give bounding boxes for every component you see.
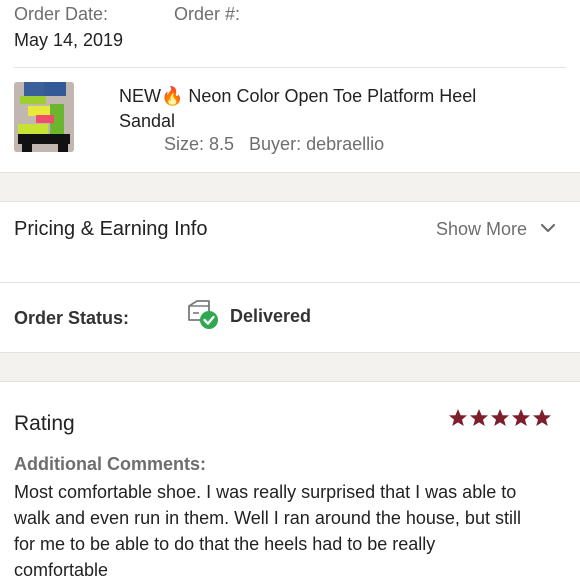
section-divider-band bbox=[0, 172, 580, 202]
comment-line: Most comfortable shoe. I was really surp… bbox=[14, 482, 517, 502]
order-status-value: Delivered bbox=[230, 306, 312, 326]
divider bbox=[0, 282, 580, 283]
show-more-label: Show More bbox=[436, 219, 528, 239]
additional-comments-label: Additional Comments: bbox=[14, 454, 206, 474]
order-date-label: Order Date: bbox=[14, 4, 109, 24]
chevron-down-icon bbox=[540, 223, 556, 233]
item-details: Size: 8.5 Buyer: debraellio bbox=[164, 134, 385, 154]
comment-line: comfortable bbox=[14, 560, 109, 580]
star-icon bbox=[449, 409, 467, 426]
sandal-image bbox=[14, 82, 74, 152]
order-number-label: Order #: bbox=[174, 4, 241, 24]
divider bbox=[14, 67, 566, 68]
star-icon bbox=[470, 409, 488, 426]
item-title[interactable]: NEW🔥 Neon Color Open Toe Platform Heel S… bbox=[119, 84, 476, 134]
section-divider-band bbox=[0, 352, 580, 382]
star-icon bbox=[533, 409, 551, 426]
item-title-line-1: NEW🔥 Neon Color Open Toe Platform Heel bbox=[119, 86, 477, 106]
item-thumbnail[interactable] bbox=[14, 82, 74, 152]
star-icon bbox=[491, 409, 509, 426]
order-date-value: May 14, 2019 bbox=[14, 30, 124, 50]
show-more-button[interactable]: Show More bbox=[436, 218, 566, 242]
comments-text: Most comfortable shoe. I was really surp… bbox=[14, 479, 521, 583]
comment-line: walk and even run in them. Well I ran ar… bbox=[14, 508, 521, 528]
rating-stars bbox=[448, 408, 552, 428]
comment-line: for me to be able to do that the heels h… bbox=[14, 534, 436, 554]
package-delivered-icon bbox=[188, 300, 218, 329]
star-icon bbox=[512, 409, 530, 426]
rating-title: Rating bbox=[14, 412, 75, 435]
pricing-title: Pricing & Earning Info bbox=[14, 218, 208, 240]
order-status-label: Order Status: bbox=[14, 308, 130, 328]
item-title-line-2: Sandal bbox=[119, 111, 176, 131]
